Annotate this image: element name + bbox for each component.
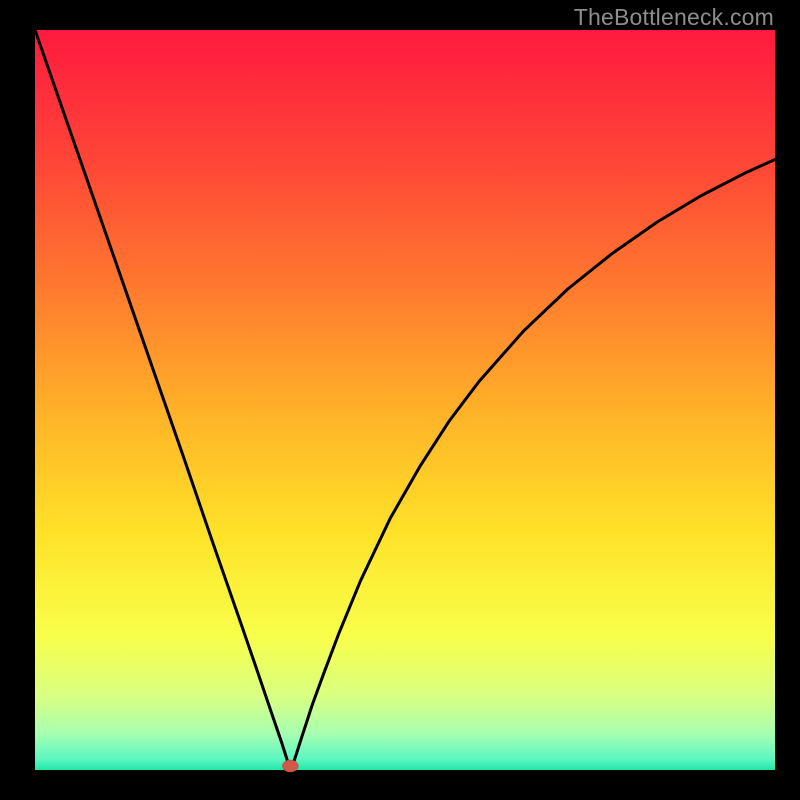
watermark-label: TheBottleneck.com bbox=[574, 4, 774, 31]
curve-right-branch bbox=[290, 160, 775, 771]
minimum-marker bbox=[282, 760, 298, 772]
curve-left-branch bbox=[35, 30, 290, 770]
chart-svg bbox=[35, 30, 775, 770]
chart-frame: TheBottleneck.com bbox=[0, 0, 800, 800]
